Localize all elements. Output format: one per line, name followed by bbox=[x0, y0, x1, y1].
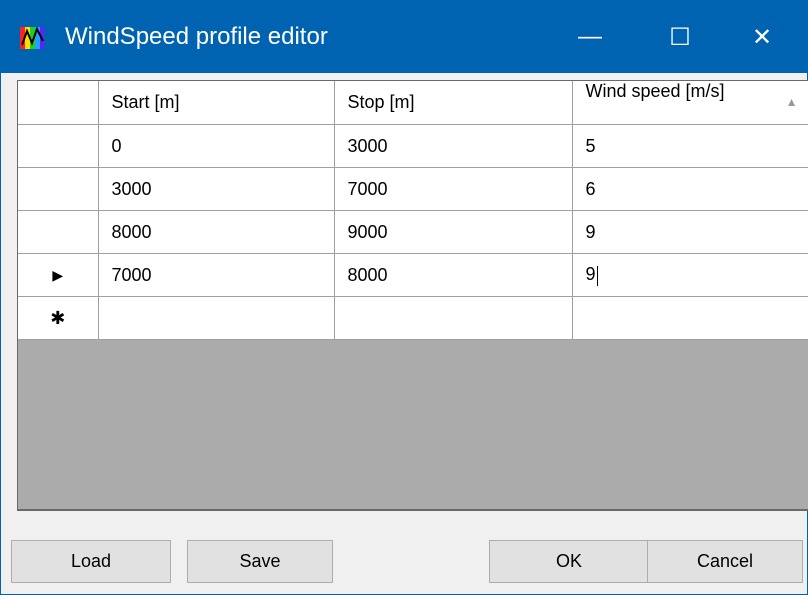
new-row[interactable]: ✱ bbox=[18, 296, 808, 340]
cell-wind-speed-editing[interactable]: 9 bbox=[572, 253, 808, 297]
data-grid[interactable]: Start [m] Stop [m] Wind speed [m/s] ▲ 0 3… bbox=[17, 80, 808, 511]
cell-wind-speed[interactable]: 6 bbox=[572, 167, 808, 211]
column-header-wind-speed[interactable]: Wind speed [m/s] ▲ bbox=[572, 81, 808, 125]
cell-start[interactable]: 8000 bbox=[98, 210, 335, 254]
cancel-button[interactable]: Cancel bbox=[647, 540, 803, 583]
new-cell-start[interactable] bbox=[98, 296, 335, 340]
column-header-wind-speed-label: Wind speed [m/s] bbox=[585, 81, 725, 101]
row-header[interactable] bbox=[18, 167, 99, 211]
ok-button[interactable]: OK bbox=[489, 540, 649, 583]
table-row[interactable]: 8000 9000 9 bbox=[18, 210, 808, 254]
window-title: WindSpeed profile editor bbox=[65, 23, 328, 50]
new-cell-wind-speed[interactable] bbox=[572, 296, 808, 340]
column-header-stop[interactable]: Stop [m] bbox=[334, 81, 573, 125]
current-row-marker-icon[interactable]: ▶ bbox=[18, 253, 99, 297]
cell-start[interactable]: 3000 bbox=[98, 167, 335, 211]
new-cell-stop[interactable] bbox=[334, 296, 573, 340]
windspeed-editor-window: WindSpeed profile editor — ☐ ✕ Start [m]… bbox=[0, 0, 808, 595]
cell-wind-speed[interactable]: 9 bbox=[572, 210, 808, 254]
new-row-icon[interactable]: ✱ bbox=[18, 296, 99, 340]
title-bar[interactable]: WindSpeed profile editor — ☐ ✕ bbox=[1, 1, 807, 73]
table-row[interactable]: 3000 7000 6 bbox=[18, 167, 808, 211]
row-header[interactable] bbox=[18, 124, 99, 168]
app-icon bbox=[19, 25, 45, 51]
cell-stop[interactable]: 3000 bbox=[334, 124, 573, 168]
cell-wind-speed-value[interactable]: 9 bbox=[586, 264, 596, 285]
header-row: Start [m] Stop [m] Wind speed [m/s] ▲ bbox=[18, 81, 808, 125]
corner-header[interactable] bbox=[18, 81, 99, 125]
table-row[interactable]: 0 3000 5 bbox=[18, 124, 808, 168]
cell-stop[interactable]: 9000 bbox=[334, 210, 573, 254]
text-caret bbox=[596, 265, 598, 286]
cell-start[interactable]: 0 bbox=[98, 124, 335, 168]
save-button[interactable]: Save bbox=[187, 540, 333, 583]
maximize-button[interactable]: ☐ bbox=[635, 1, 725, 73]
cell-wind-speed[interactable]: 5 bbox=[572, 124, 808, 168]
cell-stop[interactable]: 8000 bbox=[334, 253, 573, 297]
close-button[interactable]: ✕ bbox=[717, 1, 807, 73]
minimize-button[interactable]: — bbox=[545, 1, 635, 73]
column-header-start-label: Start [m] bbox=[111, 92, 180, 112]
profile-table: Start [m] Stop [m] Wind speed [m/s] ▲ 0 3… bbox=[18, 81, 808, 340]
column-header-stop-label: Stop [m] bbox=[347, 92, 415, 112]
sort-ascending-icon: ▲ bbox=[785, 95, 798, 109]
cell-start[interactable]: 7000 bbox=[98, 253, 335, 297]
cell-stop[interactable]: 7000 bbox=[334, 167, 573, 211]
column-header-start[interactable]: Start [m] bbox=[98, 81, 335, 125]
row-header[interactable] bbox=[18, 210, 99, 254]
table-row-current[interactable]: ▶ 7000 8000 9 bbox=[18, 253, 808, 297]
load-button[interactable]: Load bbox=[11, 540, 171, 583]
